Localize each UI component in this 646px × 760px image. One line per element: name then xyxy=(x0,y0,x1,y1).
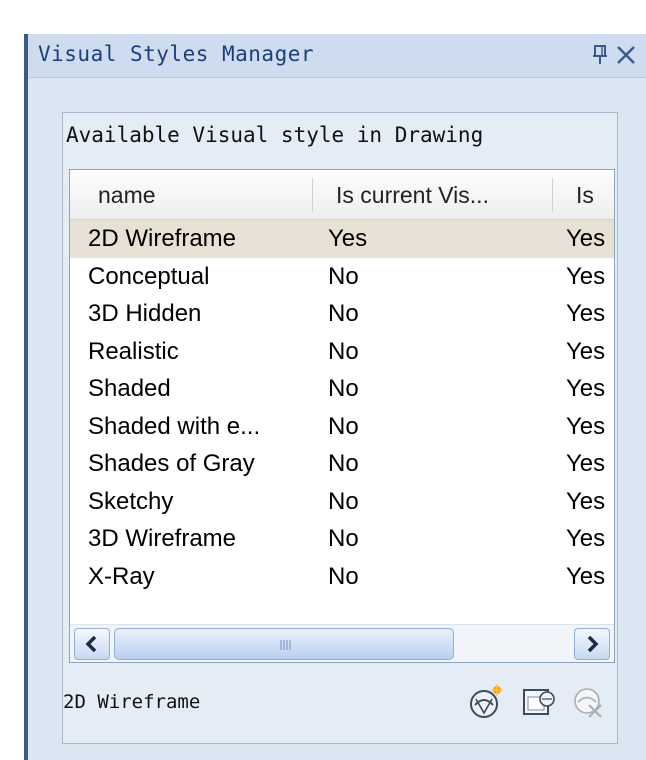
style-name-cell: 3D Wireframe xyxy=(88,525,237,552)
is-current-cell: No xyxy=(328,375,359,402)
third-column-cell: Yes xyxy=(566,562,606,590)
is-current-cell: No xyxy=(328,337,359,365)
table-row[interactable]: 3D Hidden No Yes xyxy=(70,295,614,333)
grip-icon xyxy=(280,640,291,650)
style-name-cell: Conceptual xyxy=(88,262,210,290)
is-current-cell: No xyxy=(328,300,359,327)
list-header: name Is current Vis... Is xyxy=(70,170,614,220)
is-current-cell: No xyxy=(328,412,359,440)
current-style-label: 2D Wireframe xyxy=(63,691,201,713)
third-column-cell: Yes xyxy=(566,225,606,252)
third-column-cell: Yes xyxy=(566,412,606,440)
table-row[interactable]: Realistic No Yes xyxy=(70,333,614,371)
chevron-right-icon xyxy=(587,635,599,653)
style-name-cell: Sketchy xyxy=(88,487,174,515)
table-row[interactable]: Shaded No Yes xyxy=(70,370,614,408)
table-row[interactable]: 3D Wireframe No Yes xyxy=(70,520,614,558)
delete-visual-style-icon[interactable] xyxy=(569,683,607,721)
style-name-cell: Shades of Gray xyxy=(88,450,255,477)
column-divider[interactable] xyxy=(552,178,553,212)
pin-icon[interactable] xyxy=(590,43,610,67)
style-name-cell: 3D Hidden xyxy=(88,300,202,327)
third-column-cell: Yes xyxy=(566,450,606,477)
palette-titlebar[interactable]: Visual Styles Manager xyxy=(28,34,646,78)
visual-styles-list[interactable]: name Is current Vis... Is 2D Wireframe Ye… xyxy=(69,169,615,663)
style-name-cell: X-Ray xyxy=(88,562,155,590)
style-name-cell: Shaded with e... xyxy=(88,412,261,440)
column-header-third[interactable]: Is xyxy=(576,170,614,220)
table-row[interactable]: 2D Wireframe Yes Yes xyxy=(70,220,614,258)
is-current-cell: Yes xyxy=(328,225,368,252)
create-visual-style-icon[interactable] xyxy=(467,683,505,721)
column-header-is-current[interactable]: Is current Vis... xyxy=(336,170,550,220)
palette-title: Visual Styles Manager xyxy=(38,42,315,66)
horizontal-scrollbar[interactable] xyxy=(70,624,614,662)
scroll-left-button[interactable] xyxy=(74,628,110,660)
is-current-cell: No xyxy=(328,487,359,515)
column-divider[interactable] xyxy=(312,178,313,212)
third-column-cell: Yes xyxy=(566,525,606,552)
third-column-cell: Yes xyxy=(566,300,606,327)
third-column-cell: Yes xyxy=(566,375,606,402)
style-name-cell: Realistic xyxy=(88,337,179,365)
is-current-cell: No xyxy=(328,562,359,590)
table-row[interactable]: Shaded with e... No Yes xyxy=(70,408,614,446)
table-row[interactable]: Sketchy No Yes xyxy=(70,483,614,521)
third-column-cell: Yes xyxy=(566,262,606,290)
group-title: Available Visual style in Drawing xyxy=(66,123,484,147)
style-name-cell: 2D Wireframe xyxy=(88,225,237,252)
column-header-name[interactable]: name xyxy=(98,170,308,220)
third-column-cell: Yes xyxy=(566,337,606,365)
apply-to-viewport-icon[interactable] xyxy=(519,683,557,721)
is-current-cell: No xyxy=(328,262,359,290)
third-column-cell: Yes xyxy=(566,487,606,515)
list-rows: 2D Wireframe Yes Yes Conceptual No Yes 3D Hidd… xyxy=(70,220,614,596)
table-row[interactable]: Conceptual No Yes xyxy=(70,258,614,296)
scroll-right-button[interactable] xyxy=(574,628,610,660)
is-current-cell: No xyxy=(328,450,359,477)
scroll-thumb[interactable] xyxy=(114,628,454,660)
top-strip xyxy=(0,0,646,14)
close-icon[interactable] xyxy=(614,43,638,67)
visual-styles-manager-palette: Visual Styles Manager Available Visual s… xyxy=(28,34,646,760)
table-row[interactable]: X-Ray No Yes xyxy=(70,558,614,596)
chevron-left-icon xyxy=(85,635,97,653)
is-current-cell: No xyxy=(328,525,359,552)
available-styles-group: Available Visual style in Drawing name I… xyxy=(62,112,618,744)
style-name-cell: Shaded xyxy=(88,375,171,402)
table-row[interactable]: Shades of Gray No Yes xyxy=(70,445,614,483)
